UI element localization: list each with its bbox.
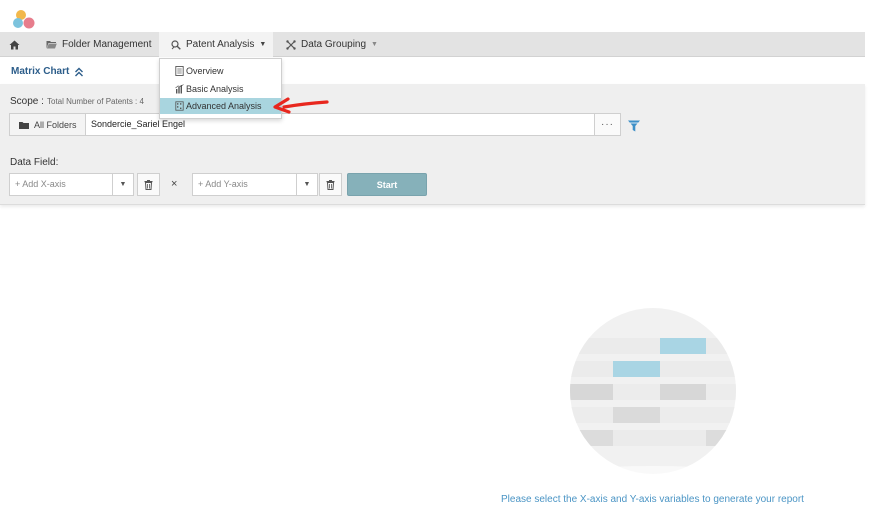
y-axis-dropdown-button[interactable]: ▼ xyxy=(296,173,318,196)
caret-down-icon: ▼ xyxy=(119,181,127,188)
document-icon xyxy=(175,66,184,76)
menu-item-advanced-analysis-label: Advanced Analysis xyxy=(186,101,262,111)
patent-count: Total Number of Patents : 4 xyxy=(47,97,144,106)
trash-icon xyxy=(144,179,153,190)
nav-folder-management-label: Folder Management xyxy=(62,39,152,50)
page-title-label: Matrix Chart xyxy=(11,66,70,77)
y-axis-delete-button[interactable] xyxy=(319,173,342,196)
matrix-icon xyxy=(175,101,184,111)
menu-item-overview[interactable]: Overview xyxy=(160,63,281,79)
scope-label: Scope : xyxy=(10,96,44,107)
folder-icon xyxy=(19,121,29,129)
y-axis-select[interactable]: + Add Y-axis xyxy=(192,173,297,196)
all-folders-label: All Folders xyxy=(34,119,77,130)
chevron-down-icon: ▼ xyxy=(259,41,267,48)
empty-state-hint: Please select the X-axis and Y-axis vari… xyxy=(501,494,804,505)
nav-folder-management[interactable]: Folder Management xyxy=(46,32,152,57)
page-title: Matrix Chart xyxy=(11,66,84,77)
folder-open-icon xyxy=(46,41,57,49)
menu-item-basic-analysis-label: Basic Analysis xyxy=(186,84,244,94)
nav-home[interactable] xyxy=(9,32,20,57)
menu-item-basic-analysis[interactable]: Basic Analysis xyxy=(160,81,281,97)
nav-patent-analysis-label: Patent Analysis xyxy=(186,39,255,50)
nav-patent-analysis[interactable]: Patent Analysis ▼ xyxy=(159,32,273,57)
patent-analysis-icon xyxy=(171,39,181,50)
data-field-label: Data Field: xyxy=(10,157,59,168)
x-axis-select[interactable]: + Add X-axis xyxy=(9,173,113,196)
analysis-settings-panel: Scope : Total Number of Patents : 4 All … xyxy=(0,84,865,205)
patent-analysis-menu: Overview Basic Analysis Advanced Analysi… xyxy=(159,58,282,119)
app-logo xyxy=(13,10,35,29)
filter-icon[interactable] xyxy=(627,119,641,133)
data-grouping-icon xyxy=(286,39,296,50)
x-axis-dropdown-button[interactable]: ▼ xyxy=(112,173,134,196)
nav-data-grouping-label: Data Grouping xyxy=(301,39,367,50)
nav-data-grouping[interactable]: Data Grouping ▼ xyxy=(286,32,378,57)
home-icon xyxy=(9,40,20,49)
empty-matrix-illustration xyxy=(570,308,736,477)
main-navbar: Folder Management Patent Analysis ▼ Data… xyxy=(0,32,865,57)
annotation-arrow-icon xyxy=(273,97,329,114)
chevron-down-icon: ▼ xyxy=(371,41,378,48)
caret-down-icon: ▼ xyxy=(303,181,311,188)
menu-item-overview-label: Overview xyxy=(186,66,224,76)
double-chevron-up-icon[interactable] xyxy=(74,67,84,77)
trash-icon xyxy=(326,179,335,190)
menu-item-advanced-analysis[interactable]: Advanced Analysis xyxy=(160,98,281,114)
x-axis-delete-button[interactable] xyxy=(137,173,160,196)
axis-cross-symbol: × xyxy=(171,178,178,190)
all-folders-button[interactable]: All Folders xyxy=(9,113,86,136)
bar-chart-icon xyxy=(175,84,184,94)
scope-more-button[interactable]: ··· xyxy=(594,113,621,136)
start-button[interactable]: Start xyxy=(347,173,427,196)
